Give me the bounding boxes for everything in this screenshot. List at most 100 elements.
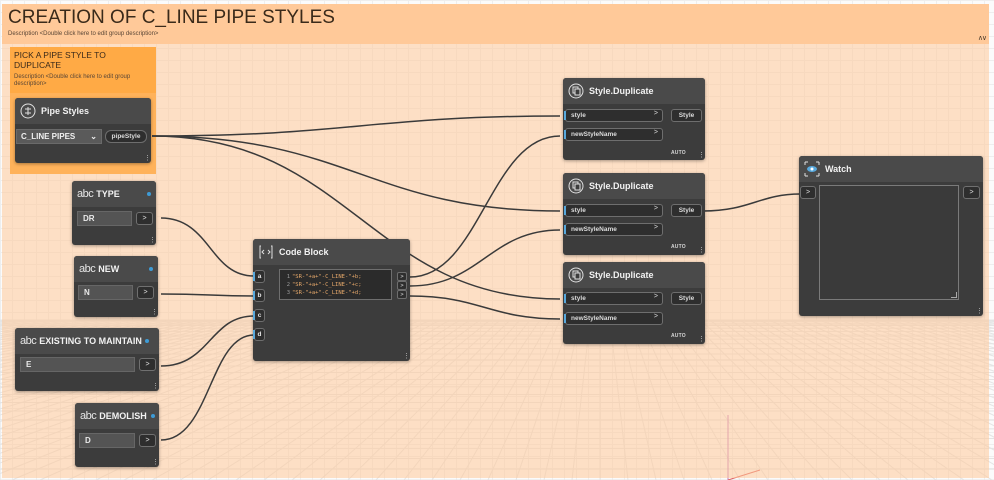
code-line: 3 "SR-"+a+"-C_LINE-"+d;	[286, 290, 362, 296]
input-port-style[interactable]: style >	[564, 204, 663, 217]
output-port-demolish[interactable]: >	[139, 434, 156, 447]
node-header[interactable]: abc DEMOLISH	[75, 403, 159, 429]
node-header[interactable]: abc TYPE	[72, 181, 156, 207]
style-duplicate-node-3[interactable]: Style.Duplicate style > newStyleName > Sty…	[563, 262, 705, 344]
code-text: "SR-"+a+"-C_LINE-"+b;	[292, 274, 362, 280]
watch-display	[819, 185, 959, 300]
input-port-newstylename[interactable]: newStyleName >	[564, 128, 663, 141]
node-menu-icon[interactable]: ⋮	[698, 336, 705, 343]
dropdown-value: C_LINE PIPES	[21, 132, 76, 141]
wire-pipestyle-to-dup1[interactable]	[151, 115, 561, 137]
node-header[interactable]: Style.Duplicate	[563, 78, 705, 104]
style-duplicate-icon	[568, 83, 584, 99]
input-port-d[interactable]: d	[253, 328, 265, 341]
node-menu-icon[interactable]: ⋮	[151, 309, 158, 316]
string-node-type[interactable]: abc TYPE DR > ⋮	[72, 181, 156, 245]
input-port-style[interactable]: style >	[564, 292, 663, 305]
style-duplicate-node-2[interactable]: Style.Duplicate style > newStyleName > Sty…	[563, 173, 705, 255]
node-header[interactable]: Style.Duplicate	[563, 262, 705, 288]
input-port-a[interactable]: a	[253, 270, 265, 283]
wire-code3-to-dup3[interactable]	[409, 295, 561, 320]
pipe-styles-node[interactable]: Pipe Styles C_LINE PIPES ⌄ pipeStyle ⋮	[15, 98, 151, 163]
node-menu-icon[interactable]: ⋮	[698, 247, 705, 254]
node-title: TYPE	[96, 189, 120, 199]
output-port-new[interactable]: >	[137, 286, 154, 299]
lacing-label[interactable]: AUTO	[671, 150, 686, 156]
node-title: Code Block	[279, 247, 329, 257]
output-port-existing[interactable]: >	[139, 358, 156, 371]
output-port-type[interactable]: >	[136, 212, 153, 225]
eye-icon	[804, 161, 820, 177]
output-port-style[interactable]: Style	[671, 109, 702, 122]
node-menu-icon[interactable]: ⋮	[152, 383, 159, 390]
output-port-watch[interactable]: >	[963, 186, 980, 199]
lacing-label[interactable]: AUTO	[671, 333, 686, 339]
output-port-line-3[interactable]: >	[397, 290, 407, 299]
node-header[interactable]: Code Block	[253, 239, 410, 265]
output-port-pipestyle[interactable]: pipeStyle	[105, 130, 147, 143]
string-input-existing[interactable]: E	[20, 357, 135, 372]
node-header[interactable]: abc EXISTING TO MAINTAIN	[15, 328, 159, 354]
pipe-style-dropdown[interactable]: C_LINE PIPES ⌄	[16, 129, 102, 144]
output-port-style[interactable]: Style	[671, 204, 702, 217]
wire-pipestyle-to-dup2[interactable]	[151, 135, 561, 212]
pipe-styles-icon	[20, 103, 36, 119]
status-dot-icon	[151, 414, 155, 418]
input-port-newstylename[interactable]: newStyleName >	[564, 312, 663, 325]
resize-grip-icon[interactable]	[951, 292, 957, 298]
status-dot-icon	[147, 192, 151, 196]
string-icon: abc	[77, 188, 94, 200]
string-node-existing[interactable]: abc EXISTING TO MAINTAIN E > ⋮	[15, 328, 159, 391]
wire-code2-to-dup2[interactable]	[409, 229, 561, 287]
status-dot-icon	[149, 267, 153, 271]
wire-type-to-a[interactable]	[160, 217, 255, 277]
node-title: Style.Duplicate	[589, 181, 654, 191]
string-input-new[interactable]: N	[78, 285, 133, 300]
node-header[interactable]: Pipe Styles	[15, 98, 151, 124]
watch-node[interactable]: Watch > > ⋮	[799, 156, 983, 316]
string-node-demolish[interactable]: abc DEMOLISH D > ⋮	[75, 403, 159, 467]
port-arrow-icon: >	[653, 313, 658, 320]
wire-existing-to-c[interactable]	[160, 315, 255, 367]
string-input-demolish[interactable]: D	[79, 433, 135, 448]
input-port-newstylename[interactable]: newStyleName >	[564, 223, 663, 236]
wire-dup2-to-watch[interactable]	[702, 193, 801, 212]
string-icon: abc	[79, 263, 96, 275]
chevron-down-icon: ⌄	[90, 132, 97, 141]
node-menu-icon[interactable]: ⋮	[152, 459, 159, 466]
node-menu-icon[interactable]: ⋮	[698, 152, 705, 159]
code-block-icon	[259, 245, 273, 259]
input-port-watch[interactable]: >	[800, 186, 816, 199]
wire-new-to-b[interactable]	[160, 293, 255, 297]
string-icon: abc	[20, 335, 37, 347]
node-title: Watch	[825, 164, 852, 174]
string-node-new[interactable]: abc NEW N > ⋮	[74, 256, 158, 317]
node-menu-icon[interactable]: ⋮	[144, 155, 151, 162]
node-header[interactable]: abc NEW	[74, 256, 158, 282]
string-input-type[interactable]: DR	[77, 211, 132, 226]
input-port-b[interactable]: b	[253, 289, 265, 302]
wire-code1-to-dup1[interactable]	[409, 135, 561, 278]
node-header[interactable]: Style.Duplicate	[563, 173, 705, 199]
node-title: DEMOLISH	[99, 411, 147, 421]
node-header[interactable]: Watch	[799, 156, 983, 182]
node-menu-icon[interactable]: ⋮	[149, 237, 156, 244]
code-text: "SR-"+a+"-C_LINE-"+d;	[292, 290, 362, 296]
lacing-label[interactable]: AUTO	[671, 244, 686, 250]
node-menu-icon[interactable]: ⋮	[403, 353, 410, 360]
input-port-c[interactable]: c	[253, 309, 265, 322]
output-port-style[interactable]: Style	[671, 292, 702, 305]
output-port-line-1[interactable]: >	[397, 272, 407, 281]
wire-demolish-to-d[interactable]	[160, 334, 255, 441]
port-arrow-icon: >	[653, 224, 658, 231]
workspace-canvas[interactable]: CREATION OF C_LINE PIPE STYLES Descripti…	[0, 0, 994, 480]
style-duplicate-icon	[568, 178, 584, 194]
output-port-line-2[interactable]: >	[397, 281, 407, 290]
code-editor[interactable]: 1 "SR-"+a+"-C_LINE-"+b; 2 "SR-"+a+"-C_LINE…	[279, 269, 392, 300]
code-block-node[interactable]: Code Block a b c d 1 "SR-"+a+"-C_LINE-"+b…	[253, 239, 410, 361]
node-title: EXISTING TO MAINTAIN	[39, 336, 142, 346]
style-duplicate-node-1[interactable]: Style.Duplicate style > newStyleName > Sty…	[563, 78, 705, 160]
node-menu-icon[interactable]: ⋮	[976, 308, 983, 315]
code-line: 2 "SR-"+a+"-C_LINE-"+c;	[286, 282, 362, 288]
input-port-style[interactable]: style >	[564, 109, 663, 122]
